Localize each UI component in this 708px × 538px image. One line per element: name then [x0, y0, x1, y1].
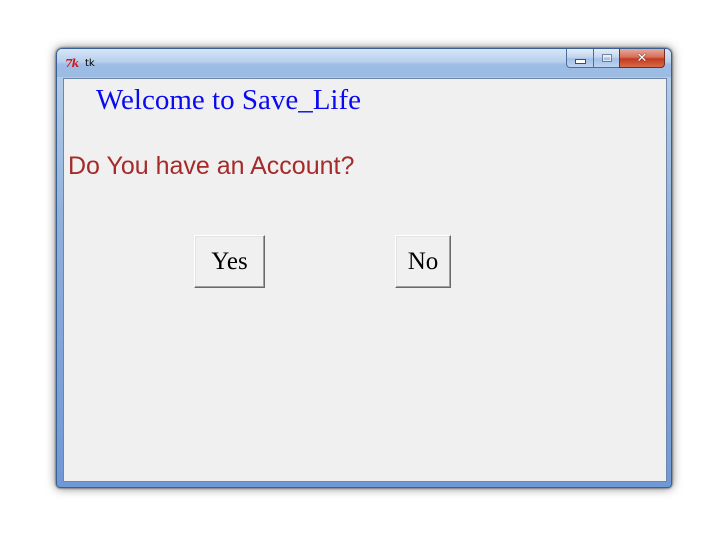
window-client-area: Welcome to Save_Life Do You have an Acco… [63, 78, 667, 482]
yes-button[interactable]: Yes [194, 235, 265, 288]
window-controls: ✕ [566, 49, 665, 69]
maximize-button[interactable] [593, 49, 619, 68]
account-question: Do You have an Account? [68, 152, 355, 180]
app-window: 7k tk ✕ Welcome to Save_Life Do You have… [56, 48, 672, 488]
welcome-heading: Welcome to Save_Life [96, 84, 362, 116]
close-button[interactable]: ✕ [619, 49, 665, 68]
minimize-button[interactable] [566, 49, 593, 68]
tk-icon: 7k [65, 57, 79, 70]
no-button[interactable]: No [395, 235, 451, 288]
title-bar[interactable]: 7k tk ✕ [57, 49, 671, 77]
minimize-icon [574, 58, 586, 64]
window-title: tk [85, 58, 95, 69]
close-icon: ✕ [636, 50, 648, 66]
maximize-icon [601, 54, 612, 62]
